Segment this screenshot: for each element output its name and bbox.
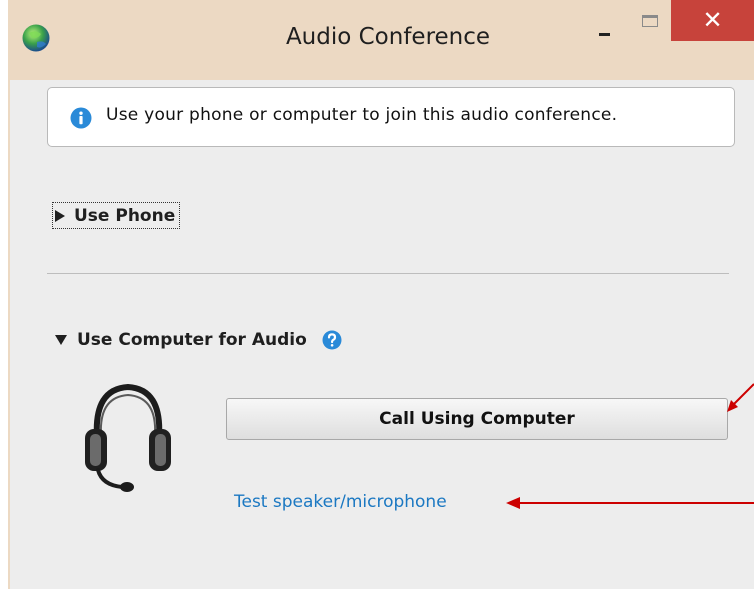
close-button[interactable]: ✕ <box>671 0 754 41</box>
test-speaker-microphone-link[interactable]: Test speaker/microphone <box>234 492 447 512</box>
call-using-computer-button[interactable]: Call Using Computer <box>226 398 728 440</box>
triangle-down-icon <box>55 335 67 345</box>
window-title: Audio Conference <box>285 24 491 50</box>
info-message: Use your phone or computer to join this … <box>106 105 618 125</box>
headset-icon <box>85 383 171 492</box>
info-icon <box>70 107 92 129</box>
close-icon: ✕ <box>702 6 723 34</box>
help-icon[interactable] <box>322 330 342 350</box>
use-computer-label: Use Computer for Audio <box>77 330 307 350</box>
use-computer-toggle[interactable]: Use Computer for Audio <box>55 330 342 350</box>
dialog-content: Use your phone or computer to join this … <box>10 80 754 589</box>
maximize-button[interactable] <box>631 4 671 42</box>
minimize-button[interactable] <box>580 4 628 42</box>
use-phone-label: Use Phone <box>74 205 176 226</box>
section-divider <box>47 273 729 274</box>
audio-conference-window: Audio Conference ✕ Use your phone or com… <box>8 0 754 589</box>
globe-icon <box>22 24 50 52</box>
use-phone-toggle[interactable]: Use Phone <box>52 202 181 229</box>
info-box: Use your phone or computer to join this … <box>47 87 735 147</box>
triangle-right-icon <box>55 209 65 222</box>
title-bar[interactable]: Audio Conference ✕ <box>8 0 754 80</box>
